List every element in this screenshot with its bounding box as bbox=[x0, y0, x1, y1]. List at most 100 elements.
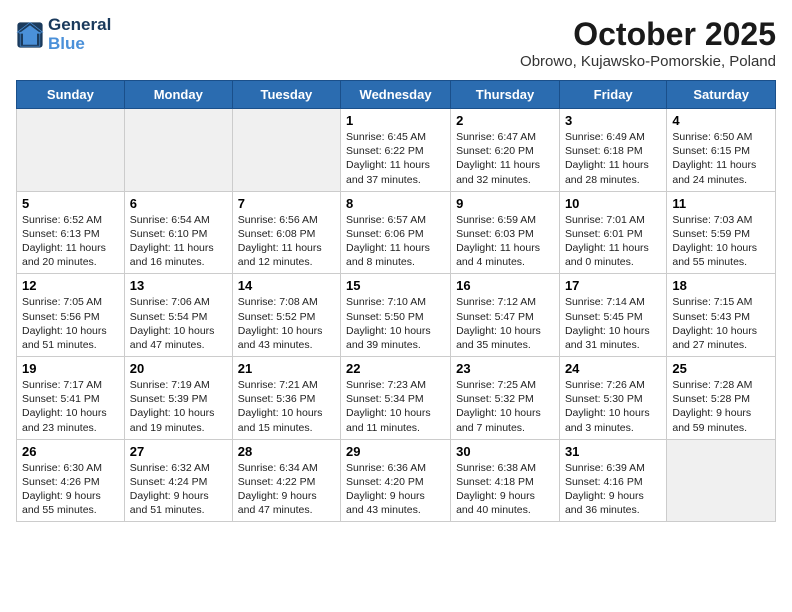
cell-content: Sunrise: 7:19 AM Sunset: 5:39 PM Dayligh… bbox=[130, 378, 227, 435]
calendar-cell bbox=[667, 439, 776, 522]
day-header-friday: Friday bbox=[559, 81, 666, 109]
date-number: 5 bbox=[22, 196, 119, 211]
date-number: 25 bbox=[672, 361, 770, 376]
calendar-cell: 3 Sunrise: 6:49 AM Sunset: 6:18 PM Daylig… bbox=[559, 109, 666, 192]
cell-content: Sunrise: 6:30 AM Sunset: 4:26 PM Dayligh… bbox=[22, 461, 119, 518]
calendar-cell: 13 Sunrise: 7:06 AM Sunset: 5:54 PM Dayli… bbox=[124, 274, 232, 357]
date-number: 2 bbox=[456, 113, 554, 128]
date-number: 19 bbox=[22, 361, 119, 376]
cell-content: Sunrise: 6:49 AM Sunset: 6:18 PM Dayligh… bbox=[565, 130, 661, 187]
calendar-cell: 8 Sunrise: 6:57 AM Sunset: 6:06 PM Daylig… bbox=[341, 191, 451, 274]
cell-content: Sunrise: 6:59 AM Sunset: 6:03 PM Dayligh… bbox=[456, 213, 554, 270]
week-row-2: 5 Sunrise: 6:52 AM Sunset: 6:13 PM Daylig… bbox=[17, 191, 776, 274]
day-header-sunday: Sunday bbox=[17, 81, 125, 109]
page-header: General Blue October 2025 Obrowo, Kujaws… bbox=[16, 16, 776, 70]
date-number: 20 bbox=[130, 361, 227, 376]
date-number: 9 bbox=[456, 196, 554, 211]
cell-content: Sunrise: 7:28 AM Sunset: 5:28 PM Dayligh… bbox=[672, 378, 770, 435]
date-number: 31 bbox=[565, 444, 661, 459]
day-header-tuesday: Tuesday bbox=[232, 81, 340, 109]
date-number: 7 bbox=[238, 196, 335, 211]
date-number: 8 bbox=[346, 196, 445, 211]
calendar-cell: 4Sunrise: 6:50 AM Sunset: 6:15 PM Daylig… bbox=[667, 109, 776, 192]
calendar-cell: 24 Sunrise: 7:26 AM Sunset: 5:30 PM Dayli… bbox=[559, 357, 666, 440]
calendar-cell: 7Sunrise: 6:56 AM Sunset: 6:08 PM Daylig… bbox=[232, 191, 340, 274]
logo: General Blue bbox=[16, 16, 111, 53]
date-number: 30 bbox=[456, 444, 554, 459]
cell-content: Sunrise: 7:26 AM Sunset: 5:30 PM Dayligh… bbox=[565, 378, 661, 435]
calendar-cell: 9 Sunrise: 6:59 AM Sunset: 6:03 PM Daylig… bbox=[451, 191, 560, 274]
calendar-table: SundayMondayTuesdayWednesdayThursdayFrid… bbox=[16, 80, 776, 522]
cell-content: Sunrise: 6:38 AM Sunset: 4:18 PM Dayligh… bbox=[456, 461, 554, 518]
cell-content: Sunrise: 7:03 AM Sunset: 5:59 PM Dayligh… bbox=[672, 213, 770, 270]
calendar-cell: 12 Sunrise: 7:05 AM Sunset: 5:56 PM Dayli… bbox=[17, 274, 125, 357]
cell-content: Sunrise: 6:57 AM Sunset: 6:06 PM Dayligh… bbox=[346, 213, 445, 270]
calendar-cell: 30 Sunrise: 6:38 AM Sunset: 4:18 PM Dayli… bbox=[451, 439, 560, 522]
title-section: October 2025 Obrowo, Kujawsko-Pomorskie,… bbox=[520, 16, 776, 70]
calendar-cell: 21 Sunrise: 7:21 AM Sunset: 5:36 PM Dayli… bbox=[232, 357, 340, 440]
cell-content: Sunrise: 7:23 AM Sunset: 5:34 PM Dayligh… bbox=[346, 378, 445, 435]
cell-content: Sunrise: 6:34 AM Sunset: 4:22 PM Dayligh… bbox=[238, 461, 335, 518]
calendar-cell: 26 Sunrise: 6:30 AM Sunset: 4:26 PM Dayli… bbox=[17, 439, 125, 522]
date-number: 13 bbox=[130, 278, 227, 293]
date-number: 26 bbox=[22, 444, 119, 459]
day-header-saturday: Saturday bbox=[667, 81, 776, 109]
calendar-cell: 16Sunrise: 7:12 AM Sunset: 5:47 PM Dayli… bbox=[451, 274, 560, 357]
date-number: 23 bbox=[456, 361, 554, 376]
cell-content: Sunrise: 7:17 AM Sunset: 5:41 PM Dayligh… bbox=[22, 378, 119, 435]
logo-text-blue: Blue bbox=[48, 35, 111, 54]
cell-content: Sunrise: 6:39 AM Sunset: 4:16 PM Dayligh… bbox=[565, 461, 661, 518]
cell-content: Sunrise: 7:10 AM Sunset: 5:50 PM Dayligh… bbox=[346, 295, 445, 352]
calendar-cell: 19 Sunrise: 7:17 AM Sunset: 5:41 PM Dayli… bbox=[17, 357, 125, 440]
calendar-cell: 15 Sunrise: 7:10 AM Sunset: 5:50 PM Dayli… bbox=[341, 274, 451, 357]
calendar-cell bbox=[232, 109, 340, 192]
calendar-cell: 1Sunrise: 6:45 AM Sunset: 6:22 PM Daylig… bbox=[341, 109, 451, 192]
week-row-1: 1Sunrise: 6:45 AM Sunset: 6:22 PM Daylig… bbox=[17, 109, 776, 192]
cell-content: Sunrise: 7:25 AM Sunset: 5:32 PM Dayligh… bbox=[456, 378, 554, 435]
date-number: 24 bbox=[565, 361, 661, 376]
calendar-cell: 2 Sunrise: 6:47 AM Sunset: 6:20 PM Daylig… bbox=[451, 109, 560, 192]
cell-content: Sunrise: 7:15 AM Sunset: 5:43 PM Dayligh… bbox=[672, 295, 770, 352]
cell-content: Sunrise: 6:52 AM Sunset: 6:13 PM Dayligh… bbox=[22, 213, 119, 270]
calendar-cell: 5 Sunrise: 6:52 AM Sunset: 6:13 PM Daylig… bbox=[17, 191, 125, 274]
cell-content: Sunrise: 7:06 AM Sunset: 5:54 PM Dayligh… bbox=[130, 295, 227, 352]
logo-icon bbox=[16, 21, 44, 49]
date-number: 18 bbox=[672, 278, 770, 293]
date-number: 15 bbox=[346, 278, 445, 293]
cell-content: Sunrise: 7:14 AM Sunset: 5:45 PM Dayligh… bbox=[565, 295, 661, 352]
date-number: 12 bbox=[22, 278, 119, 293]
month-title: October 2025 bbox=[520, 16, 776, 53]
date-number: 11 bbox=[672, 196, 770, 211]
cell-content: Sunrise: 6:47 AM Sunset: 6:20 PM Dayligh… bbox=[456, 130, 554, 187]
day-header-wednesday: Wednesday bbox=[341, 81, 451, 109]
calendar-cell: 29Sunrise: 6:36 AM Sunset: 4:20 PM Dayli… bbox=[341, 439, 451, 522]
cell-content: Sunrise: 7:05 AM Sunset: 5:56 PM Dayligh… bbox=[22, 295, 119, 352]
cell-content: Sunrise: 7:21 AM Sunset: 5:36 PM Dayligh… bbox=[238, 378, 335, 435]
calendar-cell: 18 Sunrise: 7:15 AM Sunset: 5:43 PM Dayli… bbox=[667, 274, 776, 357]
week-row-4: 19 Sunrise: 7:17 AM Sunset: 5:41 PM Dayli… bbox=[17, 357, 776, 440]
date-number: 1 bbox=[346, 113, 445, 128]
location-subtitle: Obrowo, Kujawsko-Pomorskie, Poland bbox=[520, 53, 776, 70]
date-number: 14 bbox=[238, 278, 335, 293]
date-number: 16 bbox=[456, 278, 554, 293]
date-number: 6 bbox=[130, 196, 227, 211]
day-header-row: SundayMondayTuesdayWednesdayThursdayFrid… bbox=[17, 81, 776, 109]
calendar-cell: 20 Sunrise: 7:19 AM Sunset: 5:39 PM Dayli… bbox=[124, 357, 232, 440]
calendar-cell: 17 Sunrise: 7:14 AM Sunset: 5:45 PM Dayli… bbox=[559, 274, 666, 357]
calendar-cell: 6 Sunrise: 6:54 AM Sunset: 6:10 PM Daylig… bbox=[124, 191, 232, 274]
date-number: 10 bbox=[565, 196, 661, 211]
cell-content: Sunrise: 7:08 AM Sunset: 5:52 PM Dayligh… bbox=[238, 295, 335, 352]
calendar-cell: 28Sunrise: 6:34 AM Sunset: 4:22 PM Dayli… bbox=[232, 439, 340, 522]
date-number: 21 bbox=[238, 361, 335, 376]
calendar-cell: 10Sunrise: 7:01 AM Sunset: 6:01 PM Dayli… bbox=[559, 191, 666, 274]
calendar-cell: 14 Sunrise: 7:08 AM Sunset: 5:52 PM Dayli… bbox=[232, 274, 340, 357]
cell-content: Sunrise: 6:36 AM Sunset: 4:20 PM Dayligh… bbox=[346, 461, 445, 518]
calendar-cell: 27Sunrise: 6:32 AM Sunset: 4:24 PM Dayli… bbox=[124, 439, 232, 522]
cell-content: Sunrise: 6:54 AM Sunset: 6:10 PM Dayligh… bbox=[130, 213, 227, 270]
day-header-thursday: Thursday bbox=[451, 81, 560, 109]
calendar-cell: 25 Sunrise: 7:28 AM Sunset: 5:28 PM Dayli… bbox=[667, 357, 776, 440]
calendar-cell bbox=[17, 109, 125, 192]
date-number: 3 bbox=[565, 113, 661, 128]
date-number: 17 bbox=[565, 278, 661, 293]
week-row-3: 12 Sunrise: 7:05 AM Sunset: 5:56 PM Dayli… bbox=[17, 274, 776, 357]
